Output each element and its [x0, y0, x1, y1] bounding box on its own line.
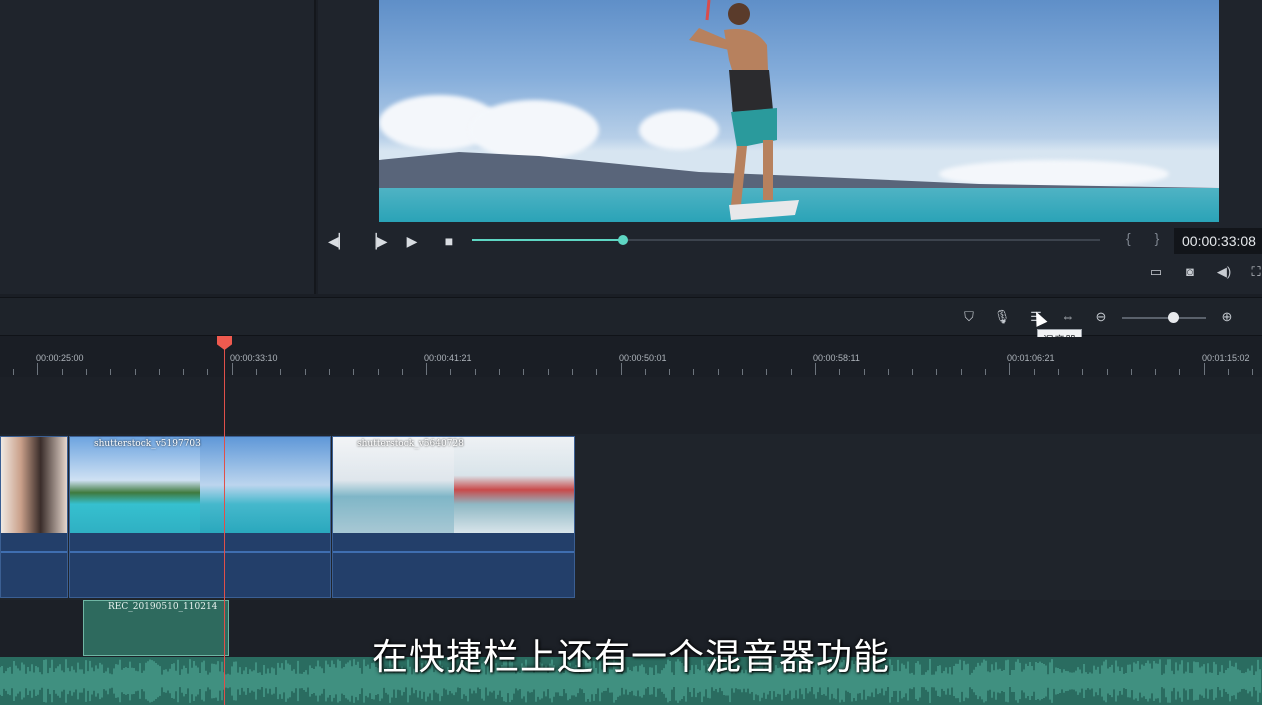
zoom-out-icon[interactable]: ⊖	[1092, 308, 1110, 326]
video-subtitle: 在快捷栏上还有一个混音器功能	[371, 637, 890, 678]
empty-track[interactable]	[0, 377, 1262, 434]
ruler-tick	[887, 369, 889, 375]
ruler-tick	[1106, 369, 1108, 375]
ruler-label: 00:00:25:00	[36, 353, 84, 363]
video-clip[interactable]: shutterstock_v5640728	[332, 436, 575, 598]
ruler-tick	[377, 369, 379, 375]
ruler-label: 00:00:50:01	[619, 353, 667, 363]
fullscreen-icon[interactable]: ⛶	[1246, 262, 1262, 282]
ruler-tick	[766, 369, 768, 375]
ruler-tick	[353, 369, 355, 375]
ruler-tick	[1009, 363, 1011, 375]
ruler-tick	[1130, 369, 1132, 375]
clip-name: shutterstock_v5640728	[357, 439, 464, 449]
zoom-slider[interactable]	[1122, 317, 1206, 319]
ruler-tick	[693, 369, 695, 375]
ruler-tick	[280, 369, 282, 375]
video-track: shutterstock_v5197703 shutterstock_v5640…	[0, 434, 1262, 600]
display-settings-icon[interactable]: ▭	[1146, 262, 1166, 282]
ruler-tick	[547, 369, 549, 375]
ruler-tick	[1228, 369, 1229, 375]
clip-name: shutterstock_v5197703	[94, 439, 201, 449]
ruler-tick	[499, 369, 500, 375]
ruler-tick	[110, 369, 112, 375]
snapshot-camera-icon[interactable]: ◙	[1180, 262, 1200, 282]
ruler-tick	[1033, 369, 1035, 375]
ruler-tick	[1082, 369, 1084, 375]
ruler-tick	[717, 369, 719, 375]
ruler-tick	[1203, 363, 1205, 375]
play-icon[interactable]: ▶	[403, 232, 421, 250]
ruler-tick	[1252, 369, 1254, 375]
ruler-tick	[134, 369, 136, 375]
ruler-tick	[620, 363, 622, 375]
progress-knob[interactable]	[617, 235, 628, 245]
ruler-tick	[814, 363, 816, 375]
ruler-tick	[839, 369, 841, 375]
ruler-tick	[158, 369, 160, 375]
zoom-slider-knob[interactable]	[1168, 312, 1179, 323]
ruler-tick	[426, 363, 428, 375]
playback-progress-bar[interactable]	[472, 235, 1100, 245]
ruler-tick	[863, 369, 865, 375]
ruler-tick	[37, 363, 39, 375]
ruler-tick	[474, 369, 476, 375]
media-library-panel	[0, 0, 316, 294]
volume-icon[interactable]: ◀)	[1214, 262, 1234, 282]
video-preview	[379, 0, 1219, 222]
kitesurfer-figure	[689, 0, 799, 220]
ruler-tick	[523, 369, 525, 375]
ruler-tick	[1155, 369, 1157, 375]
timeline-ruler[interactable]: 00:00:25:00 00:00:33:10 00:00:41:21 00:0…	[0, 337, 1262, 377]
preview-panel: ◀▏ ▕▶ ▶ ■ { } 00:00:33:08 ▭ ◙ ◀) ⛶	[318, 0, 1262, 294]
ruler-tick	[61, 369, 63, 375]
ruler-tick	[1179, 369, 1181, 375]
ruler-tick	[742, 369, 743, 375]
prev-frame-icon[interactable]: ◀▏	[328, 232, 350, 250]
ruler-tick	[13, 369, 14, 375]
stop-icon[interactable]: ■	[440, 232, 458, 250]
ruler-tick	[936, 369, 938, 375]
ruler-tick	[450, 369, 452, 375]
ruler-tick	[985, 369, 986, 375]
ruler-tick	[183, 369, 185, 375]
fit-timeline-icon[interactable]: ⇔	[1059, 308, 1077, 326]
ruler-tick	[912, 369, 914, 375]
ruler-tick	[231, 363, 233, 375]
ruler-tick	[328, 369, 330, 375]
progress-fill	[472, 239, 623, 241]
ruler-tick	[571, 369, 573, 375]
microphone-icon[interactable]: 🎙	[993, 308, 1011, 326]
ruler-label: 00:00:33:10	[230, 353, 278, 363]
video-clip[interactable]	[0, 436, 68, 598]
ruler-tick	[644, 369, 646, 375]
ruler-tick	[85, 369, 87, 375]
ruler-tick	[596, 369, 598, 375]
ruler-tick	[790, 369, 792, 375]
ruler-tick	[1057, 369, 1059, 375]
ruler-label: 00:00:58:11	[813, 353, 860, 363]
ruler-label: 00:01:15:02	[1202, 353, 1250, 363]
mark-in-out-icon[interactable]: { }	[1126, 230, 1169, 246]
play-frame-icon[interactable]: ▕▶	[366, 232, 388, 250]
ruler-tick	[960, 369, 962, 375]
clip-name: REC_20190510_110214	[108, 602, 218, 612]
transport-controls: ◀▏ ▕▶ ▶ ■ { } 00:00:33:08	[318, 228, 1262, 254]
ruler-label: 00:00:41:21	[424, 353, 472, 363]
video-clip[interactable]: shutterstock_v5197703	[69, 436, 331, 598]
ruler-tick	[304, 369, 306, 375]
marker-icon[interactable]: ⛉	[960, 308, 978, 326]
ruler-tick	[401, 369, 403, 375]
ruler-tick	[669, 369, 671, 375]
ruler-label: 00:01:06:21	[1007, 353, 1055, 363]
ruler-tick	[207, 369, 209, 375]
timecode-display: 00:00:33:08	[1174, 228, 1262, 254]
zoom-in-icon[interactable]: ⊕	[1218, 308, 1236, 326]
ruler-tick	[256, 369, 257, 375]
